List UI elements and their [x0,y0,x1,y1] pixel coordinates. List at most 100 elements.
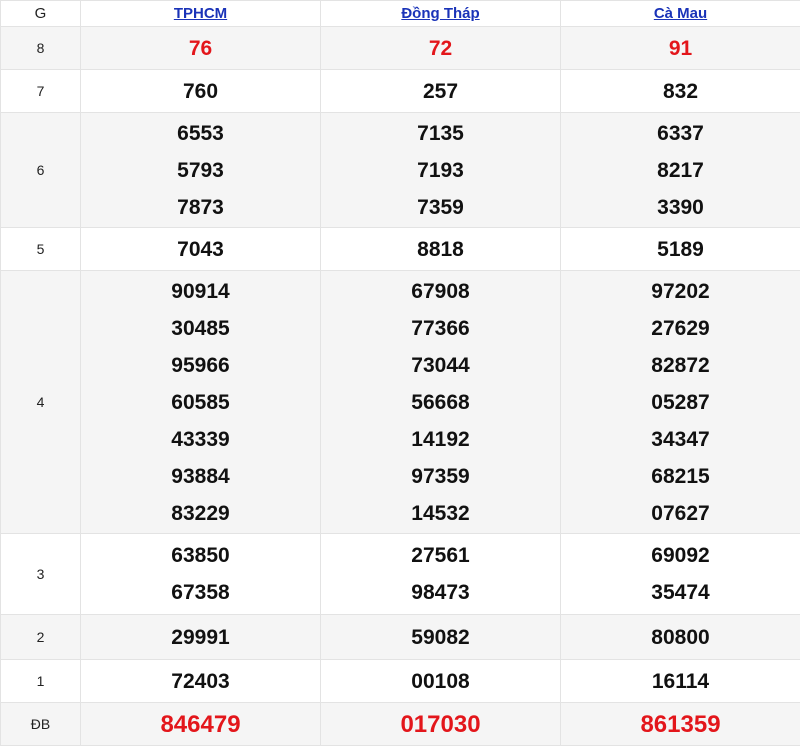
result-number: 5189 [561,231,800,268]
result-number: 63850 [81,537,320,574]
prize-row: 3638506735827561984736909235474 [1,534,800,615]
result-cell-dong-thap: 257 [321,70,561,113]
result-number: 30485 [81,310,320,347]
prize-column-header: G [1,1,81,27]
result-number: 07627 [561,495,800,532]
result-number: 60585 [81,384,320,421]
result-cell-ca-mau: 832 [561,70,800,113]
result-number: 91 [561,30,800,67]
province-link-dong-thap[interactable]: Đồng Tháp [401,5,479,22]
prize-row: 5704388185189 [1,228,800,271]
result-cell-tphcm: 760 [81,70,321,113]
result-number: 7359 [321,189,560,226]
prize-label: 2 [1,615,81,660]
prize-label: 3 [1,534,81,615]
result-number: 6553 [81,115,320,152]
result-number: 72403 [81,663,320,700]
header-row: G TPHCM Đồng Tháp Cà Mau [1,1,800,27]
result-number: 76 [81,30,320,67]
result-number: 97359 [321,458,560,495]
result-number: 35474 [561,574,800,611]
result-number: 72 [321,30,560,67]
result-number: 017030 [321,706,560,743]
result-cell-dong-thap: 72 [321,27,561,70]
result-number: 16114 [561,663,800,700]
prize-label: ĐB [1,703,81,746]
prize-row: 8767291 [1,27,800,70]
prize-label: 7 [1,70,81,113]
result-cell-dong-thap: 2756198473 [321,534,561,615]
result-number: 29991 [81,619,320,656]
prize-label: 8 [1,27,81,70]
result-number: 83229 [81,495,320,532]
result-number: 5793 [81,152,320,189]
prize-label: 4 [1,271,81,534]
prize-label: 6 [1,113,81,228]
result-number: 68215 [561,458,800,495]
result-number: 90914 [81,273,320,310]
result-number: 82872 [561,347,800,384]
prize-row: 7760257832 [1,70,800,113]
prize-row: ĐB846479017030861359 [1,703,800,746]
result-cell-tphcm: 29991 [81,615,321,660]
result-number: 832 [561,73,800,110]
result-number: 3390 [561,189,800,226]
result-number: 7135 [321,115,560,152]
result-cell-tphcm: 7043 [81,228,321,271]
result-cell-ca-mau: 6909235474 [561,534,800,615]
result-number: 27629 [561,310,800,347]
result-number: 93884 [81,458,320,495]
province-header-dong-thap: Đồng Tháp [321,1,561,27]
result-number: 05287 [561,384,800,421]
result-number: 98473 [321,574,560,611]
result-number: 67358 [81,574,320,611]
prize-row: 2299915908280800 [1,615,800,660]
result-number: 846479 [81,706,320,743]
result-number: 73044 [321,347,560,384]
lottery-results-table: G TPHCM Đồng Tháp Cà Mau 876729177602578… [0,0,800,746]
result-cell-ca-mau: 633782173390 [561,113,800,228]
result-number: 760 [81,73,320,110]
result-number: 34347 [561,421,800,458]
result-cell-dong-thap: 00108 [321,660,561,703]
results-body: 8767291776025783266553579378737135719373… [1,27,800,746]
result-number: 97202 [561,273,800,310]
result-cell-dong-thap: 713571937359 [321,113,561,228]
result-number: 8217 [561,152,800,189]
result-cell-dong-thap: 59082 [321,615,561,660]
result-cell-tphcm: 6385067358 [81,534,321,615]
result-number: 95966 [81,347,320,384]
result-number: 00108 [321,663,560,700]
result-number: 7873 [81,189,320,226]
result-cell-dong-thap: 67908773667304456668141929735914532 [321,271,561,534]
result-number: 43339 [81,421,320,458]
province-link-tphcm[interactable]: TPHCM [174,5,227,22]
result-number: 6337 [561,115,800,152]
result-number: 861359 [561,706,800,743]
result-cell-tphcm: 90914304859596660585433399388483229 [81,271,321,534]
result-number: 77366 [321,310,560,347]
result-cell-ca-mau: 91 [561,27,800,70]
result-cell-ca-mau: 861359 [561,703,800,746]
result-number: 56668 [321,384,560,421]
result-cell-ca-mau: 80800 [561,615,800,660]
result-cell-tphcm: 72403 [81,660,321,703]
result-cell-tphcm: 846479 [81,703,321,746]
province-header-ca-mau: Cà Mau [561,1,800,27]
result-cell-ca-mau: 5189 [561,228,800,271]
result-number: 7193 [321,152,560,189]
prize-row: 1724030010816114 [1,660,800,703]
result-number: 7043 [81,231,320,268]
prize-label: 1 [1,660,81,703]
result-cell-ca-mau: 97202276298287205287343476821507627 [561,271,800,534]
result-number: 80800 [561,619,800,656]
result-cell-tphcm: 655357937873 [81,113,321,228]
province-link-ca-mau[interactable]: Cà Mau [654,5,707,22]
prize-row: 4909143048595966605854333993884832296790… [1,271,800,534]
result-number: 14192 [321,421,560,458]
prize-label: 5 [1,228,81,271]
result-number: 8818 [321,231,560,268]
result-cell-dong-thap: 017030 [321,703,561,746]
result-number: 257 [321,73,560,110]
result-number: 67908 [321,273,560,310]
